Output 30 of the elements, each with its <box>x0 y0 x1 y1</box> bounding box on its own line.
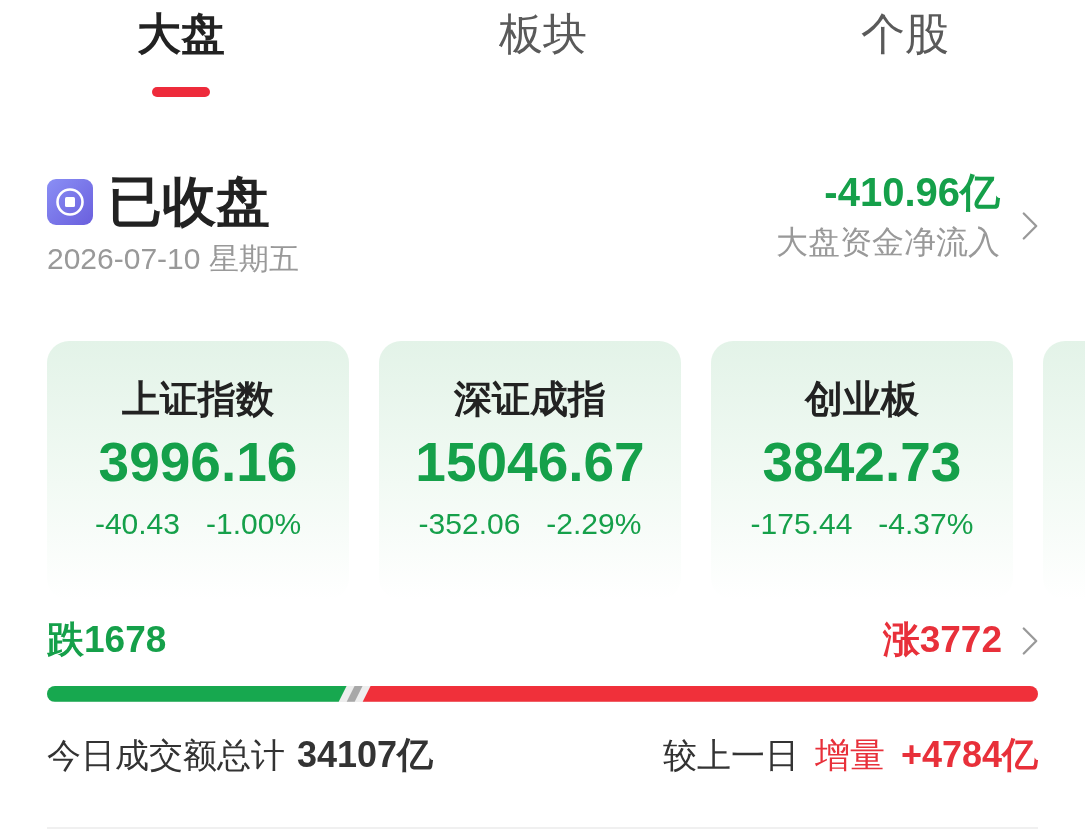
index-name: 深证成指 <box>454 377 606 423</box>
chevron-right-icon[interactable] <box>1022 625 1038 656</box>
index-name: 创业板 <box>805 377 919 423</box>
index-change-percent: -4.37% <box>878 506 974 542</box>
volume-change-label: 增量 <box>814 733 885 776</box>
index-change: -352.06 <box>418 506 521 542</box>
decline-count: 跌1678 <box>47 618 167 663</box>
market-status-title: 已收盘 <box>108 172 270 232</box>
index-change-percent: -2.29% <box>546 506 642 542</box>
index-change: -175.44 <box>750 506 853 542</box>
tab-underline <box>152 87 210 98</box>
index-name: 上证指数 <box>122 377 274 423</box>
chevron-right-icon[interactable] <box>1022 210 1038 241</box>
tab[interactable]: 板块 <box>489 0 597 100</box>
net-inflow-value: -410.96亿 <box>824 169 1000 216</box>
index-value: 3996.16 <box>98 430 298 495</box>
compare-label: 较上一日 <box>662 734 799 776</box>
volume-change-value: +4784亿 <box>900 732 1038 777</box>
turnover-label: 今日成交额总计 <box>47 734 285 776</box>
index-change: -40.43 <box>94 506 180 542</box>
trading-date: 2026-07-10 星期五 <box>47 241 299 278</box>
index-value: 3842.73 <box>762 430 962 495</box>
turnover-value: 34107亿 <box>297 732 434 777</box>
index-change-percent: -1.00% <box>206 506 302 542</box>
tab[interactable]: 大盘 <box>127 0 235 100</box>
index-value: 15046.67 <box>415 430 645 495</box>
stop-icon <box>47 178 93 225</box>
tab[interactable]: 个股 <box>851 0 959 100</box>
advance-count: 涨3772 <box>882 618 1002 663</box>
net-inflow-label: 大盘资金净流入 <box>776 223 1000 262</box>
